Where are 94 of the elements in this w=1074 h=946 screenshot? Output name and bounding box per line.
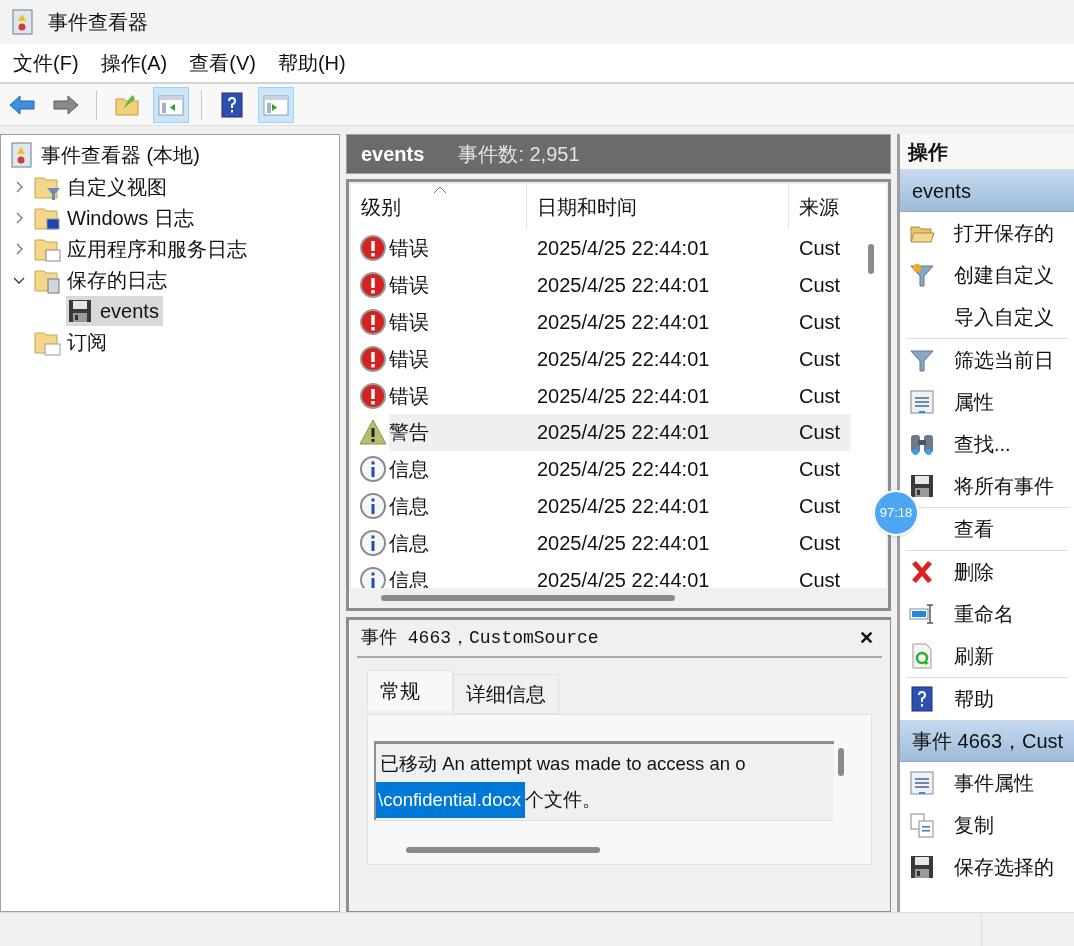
action-item[interactable]: 查找... [954,429,1011,459]
column-header[interactable]: 级别 [351,184,527,230]
source-cell-text: Cust [799,420,841,446]
action-item[interactable]: 将所有事件 [954,471,1054,501]
horizontal-scrollbar[interactable] [381,595,675,601]
tab[interactable]: 常规 [367,670,453,710]
detail-title: 事件 4663，CustomSource [361,626,599,650]
source-cell-text: Cust [799,530,841,556]
source-cell-text: Cust [799,383,841,409]
source-cell-text: Cust [799,493,841,519]
section-header[interactable]: 事件 4663，Cust [900,720,1074,762]
info-icon [359,528,387,557]
help-icon [218,90,246,119]
event-row[interactable]: 错误 2025/4/25 22:44:01 Cust [351,230,851,267]
action-item[interactable]: 刷新 [954,641,994,671]
date-cell-text: 2025/4/25 22:44:01 [537,383,710,409]
actions-title: 操作 [900,134,1074,170]
event-row[interactable]: 错误 2025/4/25 22:44:01 Cust [351,303,851,341]
date-cell-text: 2025/4/25 22:44:01 [537,310,710,335]
date-cell-text: 2025/4/25 22:44:01 [537,273,710,299]
action-item[interactable]: 筛选当前日 [954,345,1054,375]
tree-row[interactable]: Windows 日志 [5,202,198,233]
properties-icon [908,388,936,416]
action-item[interactable]: 重命名 [954,599,1014,629]
action-item[interactable]: 复制 [954,810,994,840]
tree-row[interactable]: 应用程序和服务日志 [5,233,251,264]
error-icon [359,308,387,336]
tree-item-label: 应用程序和服务日志 [67,236,247,262]
action-item[interactable]: 保存选择的 [954,852,1054,882]
warning-icon [359,418,387,447]
source-cell-text: Cust [799,346,841,372]
date-cell-text: 2025/4/25 22:44:01 [537,493,710,519]
date-cell-text: 2025/4/25 22:44:01 [537,457,710,483]
message-line: 已移动 An attempt was made to access an o [379,752,747,777]
source-cell-text: Cust [799,310,841,335]
message-scrollbar[interactable] [838,748,844,776]
help-icon [908,685,936,713]
copy-icon [908,811,936,839]
funnel-icon [908,261,936,289]
tree-row[interactable]: 保存的日志 [5,264,171,295]
action-item[interactable]: 导入自定义 [954,302,1054,332]
horizontal-scrollbar[interactable] [406,847,600,853]
action-item[interactable]: 创建自定义 [954,260,1054,290]
date-cell-text: 2025/4/25 22:44:01 [537,530,710,556]
event-row[interactable]: 错误 2025/4/25 22:44:01 Cust [351,266,851,304]
error-icon [359,271,387,300]
tree-item-label: 订阅 [67,329,107,355]
tree-root-label[interactable]: 事件查看器 (本地) [41,140,200,170]
action-item[interactable]: 帮助 [954,684,994,714]
menu-item[interactable]: 帮助(H) [272,48,351,78]
action-item[interactable]: 事件属性 [954,768,1034,798]
info-icon [359,455,387,484]
error-icon [359,344,387,373]
action-item[interactable]: 属性 [954,387,994,417]
action-item[interactable]: 打开保存的 [954,218,1054,248]
vertical-scrollbar[interactable] [868,244,874,274]
source-cell-text: Cust [799,236,841,262]
event-row[interactable]: 信息 2025/4/25 22:44:01 Cust [351,487,851,525]
tab[interactable]: 详细信息 [453,674,559,714]
section-header[interactable]: events [900,170,1074,212]
date-cell-text: 2025/4/25 22:44:01 [537,567,710,588]
action-item[interactable]: 删除 [954,557,994,587]
sort-caret-icon [433,186,447,194]
column-header[interactable]: 日期和时间 [527,184,789,230]
error-icon [359,381,387,410]
window-title: 事件查看器 [48,10,148,35]
log-title: events [361,142,425,167]
event-row[interactable]: 信息 2025/4/25 22:44:01 Cust [351,450,851,488]
tree-item-label: 保存的日志 [67,267,167,293]
error-icon [359,234,387,263]
event-row[interactable]: 错误 2025/4/25 22:44:01 Cust [351,377,851,414]
message-text: 个文件。 [524,788,601,813]
properties-icon [908,769,936,797]
action-item[interactable]: 查看 [954,514,994,544]
info-icon [359,491,387,520]
tree-row[interactable]: 自定义视图 [5,171,171,202]
source-cell-text: Cust [799,457,841,483]
date-cell-text: 2025/4/25 22:44:01 [537,236,710,262]
source-cell-text: Cust [799,273,841,299]
event-count: 事件数: 2,951 [458,142,580,167]
menu-item[interactable]: 查看(V) [184,48,261,78]
event-row[interactable]: 错误 2025/4/25 22:44:01 Cust [351,340,851,378]
date-cell-text: 2025/4/25 22:44:01 [537,346,710,372]
source-cell-text: Cust [799,567,841,588]
tree-row[interactable]: 订阅 [5,326,111,357]
menu-item[interactable]: 操作(A) [95,48,173,78]
tree-item-label: events [100,298,159,324]
tree-item-label: Windows 日志 [67,205,194,231]
close-button[interactable]: ✕ [859,624,874,652]
menu-item[interactable]: 文件(F) [8,48,84,78]
tree-item-label: 自定义视图 [67,174,167,200]
event-row[interactable]: 信息 2025/4/25 22:44:01 Cust [351,524,851,562]
column-header[interactable]: 来源 [789,184,851,230]
selected-text: \confidential.docx [376,782,525,818]
